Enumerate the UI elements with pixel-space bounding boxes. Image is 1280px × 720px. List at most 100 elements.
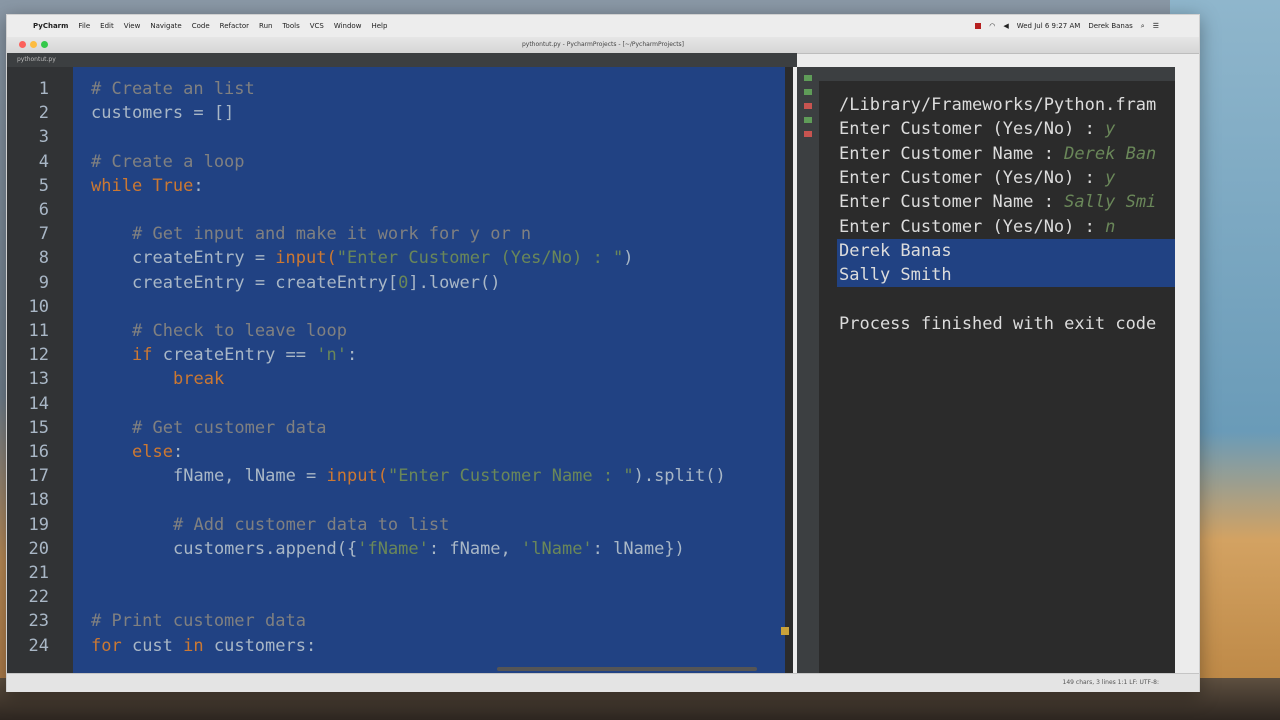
record-icon[interactable] xyxy=(975,23,982,29)
code-token: : lName}) xyxy=(592,538,685,559)
code-token: in xyxy=(183,635,214,656)
code-line[interactable]: 5 while True: xyxy=(7,176,793,200)
console-line: Enter Customer (Yes/No) : n xyxy=(839,217,1115,237)
code-text: customers = [] xyxy=(91,103,234,123)
stop-icon[interactable] xyxy=(804,103,812,109)
console-output-text: Enter Customer Name : xyxy=(839,192,1065,213)
code-line[interactable]: 21 xyxy=(7,563,793,587)
code-line[interactable]: 8 createEntry = input("Enter Customer (Ye… xyxy=(7,248,793,272)
code-text: while True: xyxy=(91,176,204,196)
code-text: # Get input and make it work for y or n xyxy=(132,224,531,244)
code-token: input( xyxy=(275,248,337,269)
line-number: 10 xyxy=(28,296,49,317)
code-token: # Print customer data xyxy=(91,611,306,632)
code-token: 'lName' xyxy=(521,538,593,559)
code-token: # Get customer data xyxy=(132,417,327,438)
console-output-text: /Library/Frameworks/Python.fram xyxy=(839,95,1157,115)
code-line[interactable]: 16 else: xyxy=(7,442,793,466)
close-run-icon[interactable] xyxy=(804,131,812,137)
window-title: pythontut.py - PycharmProjects - [~/Pych… xyxy=(521,41,685,48)
menu-refactor[interactable]: Refactor xyxy=(220,22,249,30)
console-line: Enter Customer Name : Sally Smi xyxy=(839,192,1156,212)
code-line[interactable]: 14 xyxy=(7,394,793,418)
line-number: 24 xyxy=(28,635,49,656)
user-name[interactable]: Derek Banas xyxy=(1088,22,1132,30)
editor-tabbar: pythontut.py xyxy=(7,53,797,67)
code-token: input( xyxy=(326,466,388,487)
list-icon[interactable]: ☰ xyxy=(1153,22,1159,30)
code-line[interactable]: 23 # Print customer data xyxy=(7,611,793,635)
code-token: "Enter Customer Name : " xyxy=(387,466,634,487)
wifi-icon[interactable]: ◠ xyxy=(989,22,995,30)
code-line[interactable]: 10 xyxy=(7,297,793,321)
console-line: /Library/Frameworks/Python.fram xyxy=(839,95,1156,115)
code-editor[interactable]: 1 # Create an list 2 customers = [] 3 4 # Crea… xyxy=(7,67,793,673)
status-text: 149 chars, 3 lines 1:1 LF: UTF-8: xyxy=(1062,679,1159,686)
line-number: 5 xyxy=(38,175,49,196)
code-token: ).split() xyxy=(633,466,726,487)
menu-file[interactable]: File xyxy=(78,22,90,30)
code-line[interactable]: 12 if createEntry == 'n': xyxy=(7,345,793,369)
tab-pythontut[interactable]: pythontut.py xyxy=(17,56,56,63)
run-icon[interactable] xyxy=(804,89,812,95)
pin-icon[interactable] xyxy=(804,117,812,123)
menu-help[interactable]: Help xyxy=(371,22,387,30)
status-bar: 149 chars, 3 lines 1:1 LF: UTF-8: xyxy=(7,673,1199,692)
menu-tools[interactable]: Tools xyxy=(282,22,299,30)
menu-code[interactable]: Code xyxy=(192,22,210,30)
console-output-text: Derek Banas xyxy=(839,240,952,261)
code-line[interactable]: 11 # Check to leave loop xyxy=(7,321,793,345)
code-text: # Create a loop xyxy=(91,152,245,172)
code-token: while xyxy=(91,175,153,196)
rerun-icon[interactable] xyxy=(804,75,812,81)
code-line[interactable]: 1 # Create an list xyxy=(7,79,793,103)
line-number: 21 xyxy=(28,563,49,583)
warning-marker[interactable] xyxy=(781,627,789,635)
line-number: 15 xyxy=(28,417,49,438)
code-line[interactable]: 9 createEntry = createEntry[0].lower() xyxy=(7,273,793,297)
code-token: # Add customer data to list xyxy=(173,514,450,535)
code-line[interactable]: 13 break xyxy=(7,369,793,393)
clock[interactable]: Wed Jul 6 9:27 AM xyxy=(1017,22,1081,30)
menu-edit[interactable]: Edit xyxy=(100,22,114,30)
line-number: 9 xyxy=(38,272,49,293)
code-line[interactable]: 24 for cust in customers: xyxy=(7,636,793,660)
code-token: # Get input and make it work for y or n xyxy=(132,224,532,245)
code-line[interactable]: 22 xyxy=(7,587,793,611)
code-line[interactable]: 20 customers.append({'fName': fName, 'lNa… xyxy=(7,539,793,563)
code-line[interactable]: 7 # Get input and make it work for y or n xyxy=(7,224,793,248)
horizontal-scrollbar[interactable] xyxy=(497,667,757,671)
code-text: customers.append({'fName': fName, 'lName… xyxy=(173,539,685,559)
run-console[interactable]: /Library/Frameworks/Python.fram Enter Cus… xyxy=(819,67,1175,673)
code-text: fName, lName = input("Enter Customer Nam… xyxy=(173,466,726,486)
code-line[interactable]: 18 xyxy=(7,490,793,514)
code-token: customers.append({ xyxy=(173,538,358,559)
code-token: : xyxy=(346,345,358,366)
menu-run[interactable]: Run xyxy=(259,22,272,30)
code-line[interactable]: 3 xyxy=(7,127,793,151)
volume-icon[interactable]: ◀ xyxy=(1003,22,1008,30)
code-token: for xyxy=(91,635,132,656)
menu-window[interactable]: Window xyxy=(334,22,362,30)
code-line[interactable]: 15 # Get customer data xyxy=(7,418,793,442)
menu-vcs[interactable]: VCS xyxy=(310,22,324,30)
menu-navigate[interactable]: Navigate xyxy=(150,22,181,30)
code-line[interactable]: 2 customers = [] xyxy=(7,103,793,127)
line-number: 22 xyxy=(28,587,49,608)
code-text: createEntry = createEntry[0].lower() xyxy=(132,273,500,293)
code-token: if xyxy=(132,345,163,366)
code-line[interactable]: 17 fName, lName = input("Enter Customer N… xyxy=(7,466,793,490)
search-icon[interactable]: ⌕ xyxy=(1141,22,1145,31)
code-token: createEntry = createEntry[ xyxy=(132,272,399,293)
code-token: : xyxy=(193,175,204,196)
code-token: # Create a loop xyxy=(91,151,245,172)
menubar-status: ◠ ◀ Wed Jul 6 9:27 AM Derek Banas ⌕ ☰ xyxy=(975,22,1159,31)
code-line[interactable]: 19 # Add customer data to list xyxy=(7,515,793,539)
console-user-input: y xyxy=(1105,167,1116,188)
code-line[interactable]: 4 # Create a loop xyxy=(7,152,793,176)
app-name[interactable]: PyCharm xyxy=(33,22,68,30)
code-line[interactable]: 6 xyxy=(7,200,793,224)
menu-view[interactable]: View xyxy=(124,22,141,30)
code-token: 'n' xyxy=(316,345,347,366)
code-token: : xyxy=(172,442,184,462)
